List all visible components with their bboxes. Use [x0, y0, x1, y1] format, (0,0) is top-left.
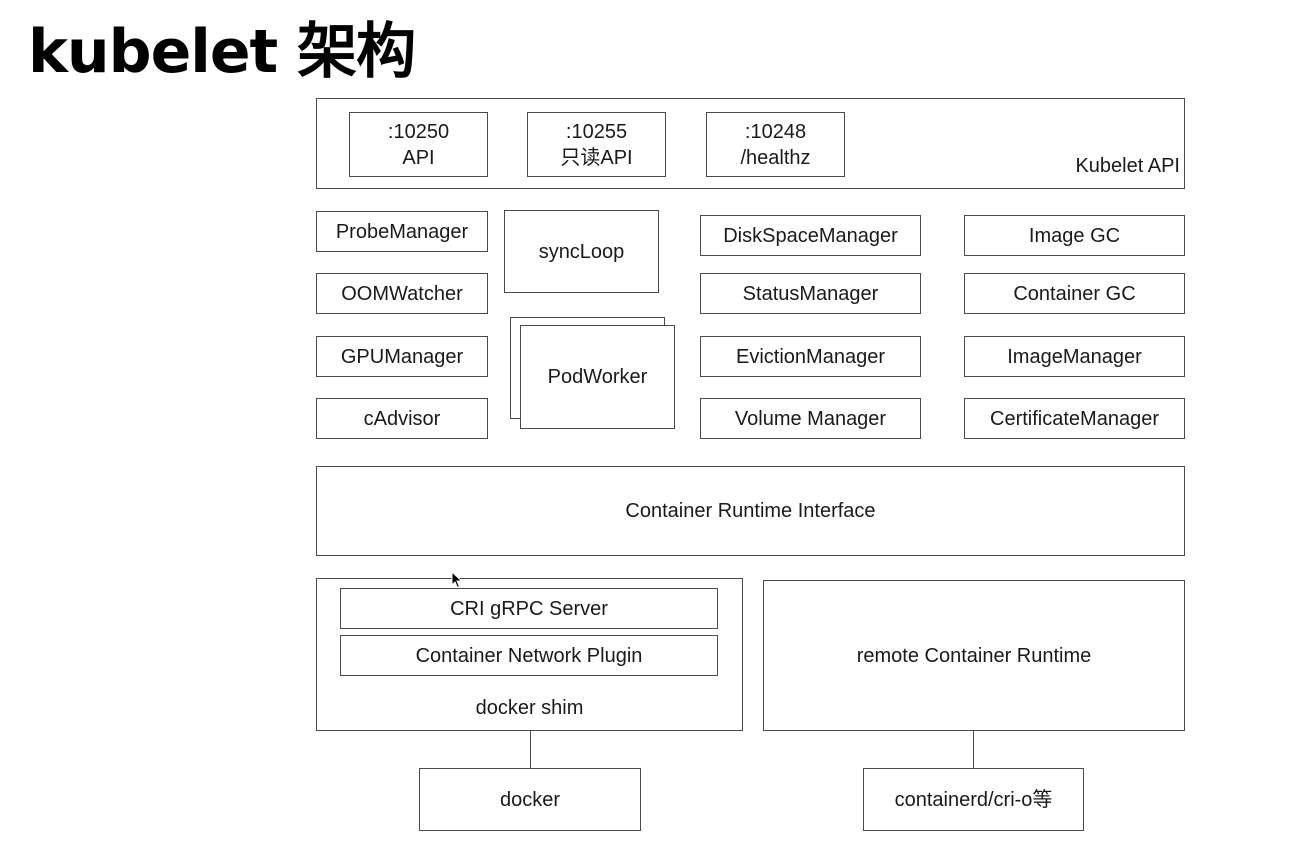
- certificate-manager-box: CertificateManager: [964, 398, 1185, 439]
- api-port-number: :10250: [387, 120, 450, 143]
- api-port-number: :10248: [744, 120, 807, 143]
- api-port-10250-box: :10250 API: [349, 112, 488, 177]
- api-port-name: API: [402, 146, 435, 169]
- volume-manager-box: Volume Manager: [700, 398, 921, 439]
- page-title: kubelet 架构: [28, 17, 416, 87]
- api-port-name: /healthz: [740, 146, 811, 169]
- mouse-cursor-icon: [451, 571, 463, 589]
- containerd-connector-line: [973, 730, 974, 768]
- kubelet-api-label: Kubelet API: [1075, 155, 1180, 177]
- pod-worker-box: PodWorker: [520, 325, 675, 429]
- remote-container-runtime-box: remote Container Runtime: [763, 580, 1185, 731]
- sync-loop-box: syncLoop: [504, 210, 659, 293]
- container-gc-box: Container GC: [964, 273, 1185, 314]
- status-manager-box: StatusManager: [700, 273, 921, 314]
- image-gc-box: Image GC: [964, 215, 1185, 256]
- api-port-name: 只读API: [560, 146, 633, 169]
- cri-box: Container Runtime Interface: [316, 466, 1185, 556]
- eviction-manager-box: EvictionManager: [700, 336, 921, 377]
- cadvisor-box: cAdvisor: [316, 398, 488, 439]
- api-port-10255-box: :10255 只读API: [527, 112, 666, 177]
- api-port-number: :10255: [565, 120, 628, 143]
- container-network-plugin-box: Container Network Plugin: [340, 635, 718, 676]
- disk-space-manager-box: DiskSpaceManager: [700, 215, 921, 256]
- containerd-box: containerd/cri-o等: [863, 768, 1084, 831]
- docker-box: docker: [419, 768, 641, 831]
- oom-watcher-box: OOMWatcher: [316, 273, 488, 314]
- docker-connector-line: [530, 730, 531, 768]
- image-manager-box: ImageManager: [964, 336, 1185, 377]
- probe-manager-box: ProbeManager: [316, 211, 488, 252]
- api-port-10248-box: :10248 /healthz: [706, 112, 845, 177]
- cri-grpc-server-box: CRI gRPC Server: [340, 588, 718, 629]
- docker-shim-label: docker shim: [475, 697, 584, 719]
- gpu-manager-box: GPUManager: [316, 336, 488, 377]
